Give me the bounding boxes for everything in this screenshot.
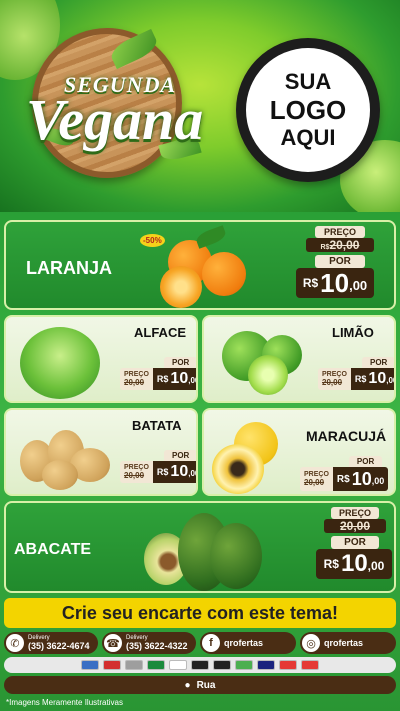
disclaimer: *Imagens Meramente Ilustrativas xyxy=(6,698,123,707)
address-text: Rua xyxy=(196,679,216,691)
promo-banner[interactable]: Crie seu encarte com este tema! xyxy=(4,598,396,628)
payment-card-icon xyxy=(235,660,253,670)
product-name: ABACATE xyxy=(14,541,92,558)
price-box: POR PREÇO20,00 R$10,00 xyxy=(120,450,196,483)
logo-placeholder: SUA LOGO AQUI xyxy=(236,38,380,182)
old-price: 20,00 xyxy=(324,519,386,533)
por-label: POR xyxy=(348,456,383,467)
product-name: BATATA xyxy=(132,418,182,433)
product-card-laranja[interactable]: LARANJA -50% PREÇO R$20,00 POR R$ 10,00 xyxy=(4,220,396,310)
product-card-batata[interactable]: BATATA POR PREÇO20,00 R$10,00 xyxy=(4,408,198,496)
contact-instagram[interactable]: ◎ qrofertas xyxy=(300,632,396,654)
product-card-limao[interactable]: LIMÃO POR PREÇO20,00 R$10,00 xyxy=(202,315,396,403)
instagram-icon: ◎ xyxy=(302,634,320,652)
price-box: POR PREÇO20,00 R$10,00 xyxy=(318,357,394,390)
contact-facebook[interactable]: f qrofertas xyxy=(200,632,296,654)
por-label: POR xyxy=(164,450,196,461)
location-pin-icon: ● xyxy=(184,679,191,691)
product-name: LARANJA xyxy=(26,258,113,278)
facebook-icon: f xyxy=(202,634,220,652)
payment-card-icon xyxy=(147,660,165,670)
payment-methods xyxy=(4,657,396,673)
product-name: LIMÃO xyxy=(332,325,374,340)
payment-card-icon xyxy=(191,660,209,670)
por-label: POR xyxy=(331,536,379,549)
price-box: PREÇO 20,00 POR R$ 10,00 xyxy=(316,507,392,579)
address-bar: ● Rua xyxy=(4,676,396,694)
logo-text: SUA xyxy=(284,69,332,94)
whatsapp-icon: ✆ xyxy=(6,634,24,652)
contact-phone[interactable]: ☎ Delivery (35) 3622-4322 xyxy=(102,632,196,654)
payment-card-icon xyxy=(257,660,275,670)
product-name: MARACUJÁ xyxy=(306,428,387,444)
price-box: PREÇO R$20,00 POR R$ 10,00 xyxy=(296,226,374,298)
product-card-maracuja[interactable]: MARACUJÁ POR PREÇO 20,00 R$ 10,00 xyxy=(202,408,396,496)
logo-text: AQUI xyxy=(280,125,336,150)
header-banner: SEGUNDA Vegana SUA LOGO AQUI xyxy=(0,0,400,212)
product-name: ALFACE xyxy=(134,325,186,340)
payment-card-icon xyxy=(103,660,121,670)
price-box: POR PREÇO20,00 R$10,00 xyxy=(300,456,389,491)
product-card-alface[interactable]: ALFACE POR PREÇO20,00 R$10,00 xyxy=(4,315,198,403)
phone-icon: ☎ xyxy=(104,634,122,652)
current-price: R$ 10,00 xyxy=(316,549,392,579)
price-box: POR PREÇO20,00 R$10,00 xyxy=(120,357,196,390)
payment-card-icon xyxy=(301,660,319,670)
por-label: POR xyxy=(315,255,365,268)
discount-badge: -50% xyxy=(140,234,165,247)
payment-card-icon xyxy=(279,660,297,670)
payment-card-icon xyxy=(169,660,187,670)
logo-text: LOGO xyxy=(269,95,347,125)
price-label: PREÇO xyxy=(331,507,379,519)
payment-card-icon xyxy=(81,660,99,670)
current-price: R$ 10,00 xyxy=(296,268,374,298)
contact-whatsapp[interactable]: ✆ Delivery (35) 3622-4674 xyxy=(4,632,98,654)
product-card-abacate[interactable]: ABACATE PREÇO 20,00 POR R$ 10,00 xyxy=(4,501,396,593)
page-title: Vegana xyxy=(26,87,204,152)
payment-card-icon xyxy=(125,660,143,670)
old-price: R$20,00 xyxy=(306,238,374,252)
por-label: POR xyxy=(164,357,196,368)
por-label: POR xyxy=(362,357,394,368)
payment-card-icon xyxy=(213,660,231,670)
price-label: PREÇO xyxy=(315,226,365,238)
